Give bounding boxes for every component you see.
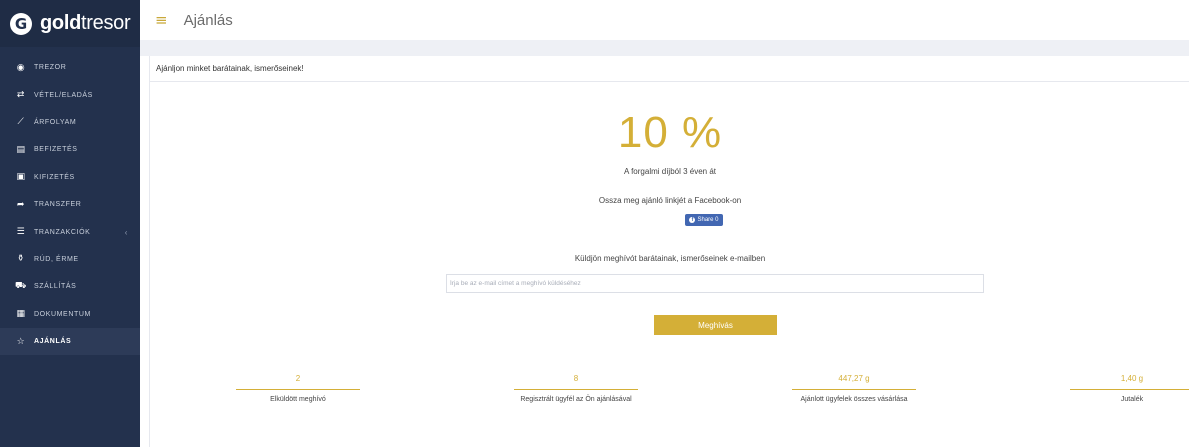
facebook-share-label: Share 0	[697, 217, 719, 223]
sidebar-item-transzfer[interactable]: ➦ TRANSZFER	[0, 191, 140, 218]
brand-logo[interactable]: G goldtresor	[0, 0, 140, 47]
brand-name-light: tresor	[81, 12, 131, 34]
sidebar-item-befizetés[interactable]: ▤ BEFIZETÉS	[0, 136, 140, 163]
stat-divider	[792, 389, 916, 390]
stat-value: 2	[295, 374, 301, 383]
sidebar-item-label: DOKUMENTUM	[34, 310, 91, 318]
stat-divider	[514, 389, 638, 390]
sidebar-item-rúd-érme[interactable]: ⚱ RÚD, ÉRME	[0, 246, 140, 273]
commission-percent: 10 %	[617, 108, 723, 157]
sidebar-nav: ◉ TREZOR ⇄ VÉTEL/ELADÁS ⟋ ÁRFOLYAM ▤ BEFIZETÉS ▣…	[0, 47, 140, 356]
stat-divider	[236, 389, 360, 390]
sidebar-item-label: SZÁLLÍTÁS	[34, 283, 77, 291]
stat-value: 447,27 g	[838, 374, 870, 383]
hamburger-icon[interactable]: ≡	[155, 11, 168, 29]
sidebar: G goldtresor ◉ TREZOR ⇄ VÉTEL/ELADÁS ⟋ ÁRFOLY…	[0, 0, 140, 447]
stat-commission: 1,40 g Jutalék	[1070, 374, 1189, 404]
sidebar-item-label: BEFIZETÉS	[34, 146, 78, 154]
facebook-share-button[interactable]: f Share 0	[685, 214, 723, 226]
stat-sent-invites: 2 Elküldött meghívó	[236, 374, 360, 404]
sidebar-item-label: RÚD, ÉRME	[34, 255, 79, 263]
star-icon: ☆	[16, 336, 26, 347]
money-icon: ▣	[16, 172, 26, 183]
stat-label: Regisztrált ügyfél az Ön ajánlásával	[520, 396, 632, 403]
commission-subtitle: A forgalmi díjból 3 éven át	[623, 167, 717, 176]
vault-icon: ◉	[16, 62, 26, 73]
sidebar-item-ajánlás[interactable]: ☆ AJÁNLÁS	[0, 327, 140, 356]
facebook-share-text: Ossza meg ajánló linkjét a Facebook-on	[598, 196, 742, 205]
app-root: G goldtresor ◉ TREZOR ⇄ VÉTEL/ELADÁS ⟋ ÁRFOLY…	[0, 0, 1189, 447]
sidebar-item-vétel-eladás[interactable]: ⇄ VÉTEL/ELADÁS	[0, 81, 140, 108]
invite-button[interactable]: Meghívás	[654, 315, 777, 335]
referral-card: Ajánljon minket barátainak, ismerőseinek…	[149, 56, 1189, 447]
document-icon: ▦	[16, 309, 26, 320]
stat-label: Elküldött meghívó	[270, 396, 326, 403]
card-header: Ajánljon minket barátainak, ismerőseinek…	[150, 56, 1189, 82]
sidebar-item-árfolyam[interactable]: ⟋ ÁRFOLYAM	[0, 109, 140, 136]
stat-registered-clients: 8 Regisztrált ügyfél az Ön ajánlásával	[514, 374, 638, 404]
page-title: Ajánlás	[183, 11, 233, 29]
truck-icon: ⛟	[15, 281, 27, 292]
sidebar-item-label: AJÁNLÁS	[34, 338, 72, 346]
top-band	[140, 40, 1189, 56]
sidebar-item-label: VÉTEL/ELADÁS	[34, 91, 93, 99]
email-invite-text: Küldjön meghívót barátainak, ismerőseine…	[574, 254, 766, 263]
sidebar-item-label: KIFIZETÉS	[34, 173, 75, 181]
sidebar-item-dokumentum[interactable]: ▦ DOKUMENTUM	[0, 301, 140, 328]
card-icon: ▤	[16, 144, 26, 155]
sidebar-item-tranzakciók[interactable]: ☰ TRANZAKCIÓK ‹	[0, 218, 140, 245]
stat-label: Ajánlott ügyfelek összes vásárlása	[800, 396, 908, 403]
stat-total-purchases: 447,27 g Ajánlott ügyfelek összes vásárl…	[792, 374, 916, 404]
stat-value: 8	[573, 374, 579, 383]
list-icon: ☰	[16, 227, 26, 238]
chevron-left-icon: ‹	[124, 227, 128, 237]
share-arrow-icon: ➦	[16, 199, 26, 210]
sidebar-item-trezor[interactable]: ◉ TREZOR	[0, 54, 140, 81]
stat-divider	[1070, 389, 1189, 390]
sidebar-item-label: ÁRFOLYAM	[34, 118, 77, 126]
brand-mark-icon: G	[10, 12, 32, 35]
topbar: ≡ Ajánlás	[140, 0, 1189, 40]
exchange-icon: ⇄	[16, 90, 26, 101]
sidebar-item-label: TRANSZFER	[34, 201, 82, 209]
sidebar-item-label: TREZOR	[34, 64, 67, 72]
sidebar-item-label: TRANZAKCIÓK	[34, 228, 91, 236]
email-input[interactable]	[446, 274, 984, 293]
stat-label: Jutalék	[1120, 396, 1144, 403]
brand-name-bold: gold	[40, 12, 82, 34]
bars-icon: ⚱	[16, 254, 26, 265]
stat-value: 1,40 g	[1120, 374, 1144, 383]
facebook-icon: f	[689, 217, 696, 223]
brand-name: goldtresor	[40, 12, 131, 35]
sidebar-item-szállítás[interactable]: ⛟ SZÁLLÍTÁS	[0, 273, 140, 300]
chart-icon: ⟋	[17, 117, 25, 128]
sidebar-item-kifizetés[interactable]: ▣ KIFIZETÉS	[0, 164, 140, 191]
